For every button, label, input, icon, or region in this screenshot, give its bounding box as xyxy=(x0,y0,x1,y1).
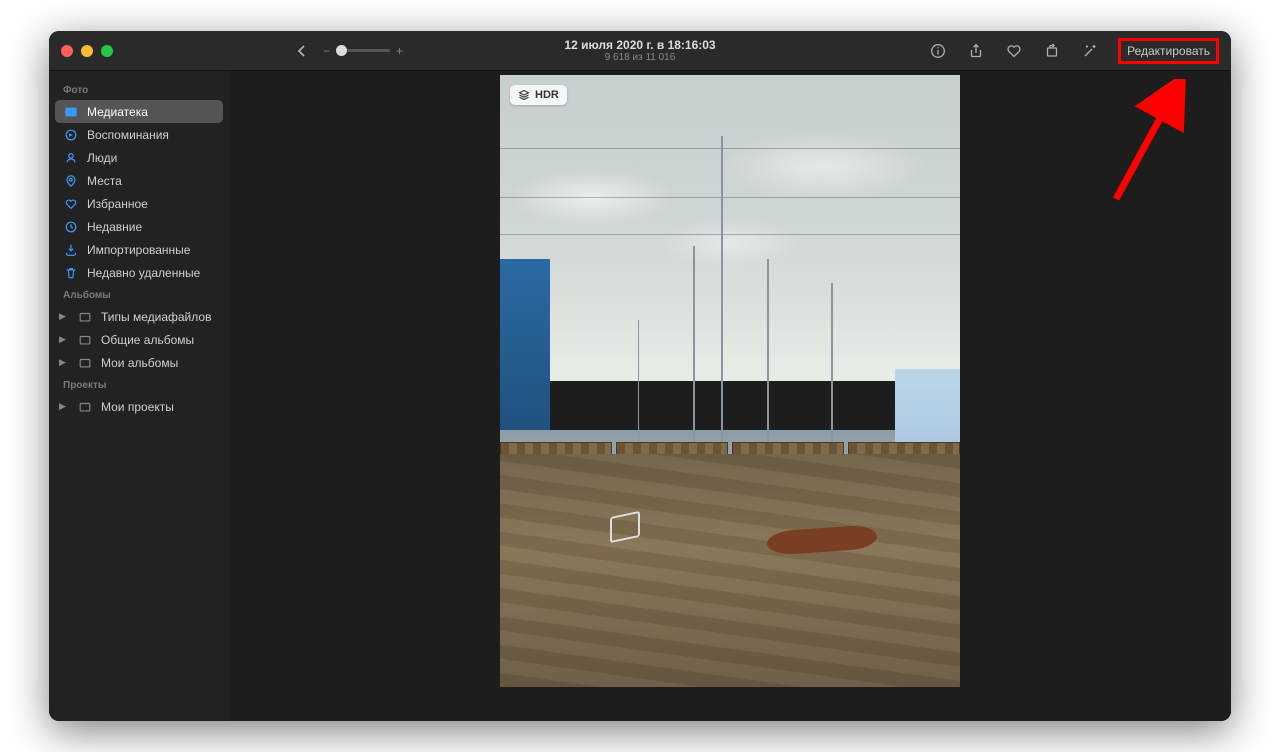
import-icon xyxy=(63,242,79,258)
zoom-track[interactable] xyxy=(336,49,390,52)
rotate-button[interactable] xyxy=(1042,40,1062,62)
photo-date: 12 июля 2020 г. в 18:16:03 xyxy=(564,38,715,52)
sidebar-item-shared-albums[interactable]: ▶ Общие альбомы xyxy=(55,328,223,351)
sidebar-item-label: Воспоминания xyxy=(87,128,215,142)
window-controls xyxy=(61,45,113,57)
memories-icon xyxy=(63,127,79,143)
sidebar-item-label: Импортированные xyxy=(87,243,215,257)
photo-viewer[interactable]: HDR xyxy=(500,75,960,687)
hdr-badge-label: HDR xyxy=(535,89,559,101)
people-icon xyxy=(63,150,79,166)
photo-wire xyxy=(500,148,960,149)
heart-icon xyxy=(63,196,79,212)
sidebar-item-label: Недавние xyxy=(87,220,215,234)
hdr-badge: HDR xyxy=(510,85,567,105)
photos-icon xyxy=(63,104,79,120)
sidebar-item-media-types[interactable]: ▶ Типы медиафайлов xyxy=(55,305,223,328)
sidebar-section-photo: Фото xyxy=(55,79,223,100)
fullscreen-window-button[interactable] xyxy=(101,45,113,57)
photo-wire xyxy=(500,234,960,235)
auto-enhance-button[interactable] xyxy=(1080,40,1100,62)
photo-deck-region xyxy=(500,454,960,687)
edit-button-label: Редактировать xyxy=(1127,44,1210,58)
album-icon xyxy=(77,399,93,415)
content-area: HDR xyxy=(229,71,1231,721)
photo-position-count: 9 618 из 11 016 xyxy=(564,52,715,63)
photo-container-left xyxy=(500,259,550,455)
sidebar-item-label: Мои проекты xyxy=(101,400,215,414)
sidebar-item-label: Медиатека xyxy=(87,105,215,119)
back-button[interactable] xyxy=(291,40,313,62)
sidebar-item-label: Избранное xyxy=(87,197,215,211)
chevron-right-icon: ▶ xyxy=(59,357,69,368)
sidebar-item-favorites[interactable]: Избранное xyxy=(55,192,223,215)
favorite-button[interactable] xyxy=(1004,40,1024,62)
sidebar-item-label: Места xyxy=(87,174,215,188)
share-button[interactable] xyxy=(966,40,986,62)
zoom-slider[interactable]: − + xyxy=(323,44,403,58)
close-window-button[interactable] xyxy=(61,45,73,57)
zoom-plus-label: + xyxy=(396,44,403,58)
sidebar-item-memories[interactable]: Воспоминания xyxy=(55,123,223,146)
chevron-right-icon: ▶ xyxy=(59,311,69,322)
sidebar-item-recently-deleted[interactable]: Недавно удаленные xyxy=(55,261,223,284)
photo-chair xyxy=(610,514,640,540)
sidebar-item-people[interactable]: Люди xyxy=(55,146,223,169)
sidebar-item-label: Мои альбомы xyxy=(101,356,215,370)
sidebar-item-my-albums[interactable]: ▶ Мои альбомы xyxy=(55,351,223,374)
window-body: Фото Медиатека Воспоминания Люди Места И… xyxy=(49,71,1231,721)
toolbar: − + 12 июля 2020 г. в 18:16:03 9 618 из … xyxy=(49,31,1231,71)
sidebar-section-albums: Альбомы xyxy=(55,284,223,305)
app-window: − + 12 июля 2020 г. в 18:16:03 9 618 из … xyxy=(49,31,1231,721)
photo-sky-region xyxy=(500,75,960,381)
sidebar-item-imports[interactable]: Импортированные xyxy=(55,238,223,261)
places-icon xyxy=(63,173,79,189)
photo-wire xyxy=(500,197,960,198)
zoom-thumb[interactable] xyxy=(336,45,347,56)
sidebar-item-recents[interactable]: Недавние xyxy=(55,215,223,238)
album-icon xyxy=(77,309,93,325)
sidebar-item-places[interactable]: Места xyxy=(55,169,223,192)
album-icon xyxy=(77,355,93,371)
edit-button[interactable]: Редактировать xyxy=(1118,38,1219,64)
trash-icon xyxy=(63,265,79,281)
sidebar-item-label: Люди xyxy=(87,151,215,165)
sidebar-item-label: Общие альбомы xyxy=(101,333,215,347)
clock-icon xyxy=(63,219,79,235)
toolbar-title: 12 июля 2020 г. в 18:16:03 9 618 из 11 0… xyxy=(564,38,715,63)
minimize-window-button[interactable] xyxy=(81,45,93,57)
info-button[interactable] xyxy=(928,40,948,62)
sidebar-item-label: Типы медиафайлов xyxy=(101,310,215,324)
sidebar-item-label: Недавно удаленные xyxy=(87,266,215,280)
sidebar: Фото Медиатека Воспоминания Люди Места И… xyxy=(49,71,229,721)
chevron-right-icon: ▶ xyxy=(59,401,69,412)
album-icon xyxy=(77,332,93,348)
toolbar-right-group: Редактировать xyxy=(928,38,1219,64)
chevron-right-icon: ▶ xyxy=(59,334,69,345)
sidebar-item-library[interactable]: Медиатека xyxy=(55,100,223,123)
layers-icon xyxy=(518,89,530,101)
toolbar-left-group: − + xyxy=(291,40,403,62)
sidebar-section-projects: Проекты xyxy=(55,374,223,395)
sidebar-item-my-projects[interactable]: ▶ Мои проекты xyxy=(55,395,223,418)
zoom-minus-label: − xyxy=(323,44,330,58)
